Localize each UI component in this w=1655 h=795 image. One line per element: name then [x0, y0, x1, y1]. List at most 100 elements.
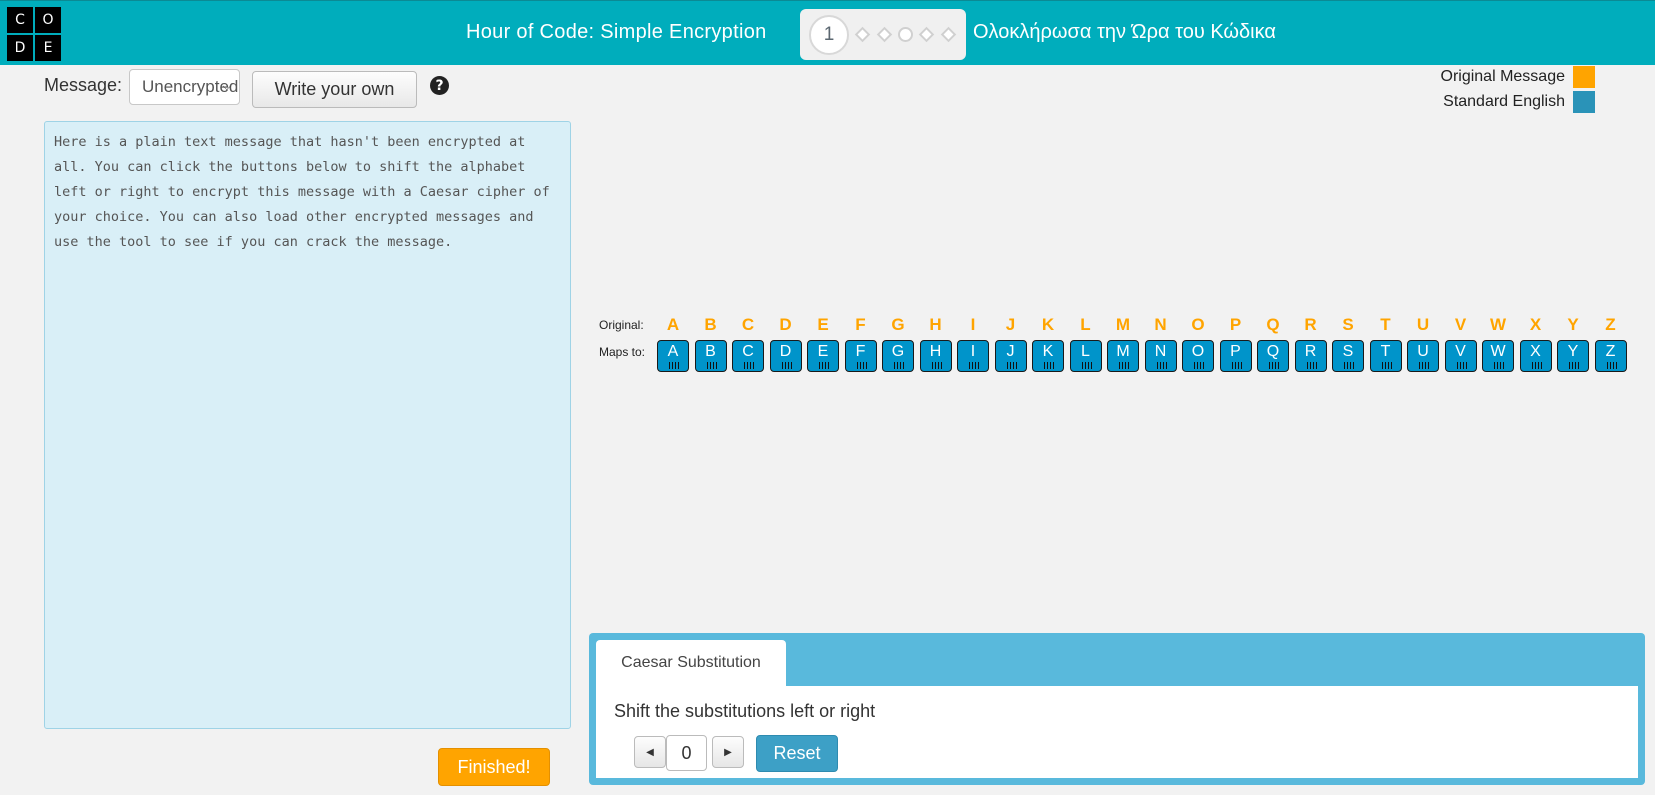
original-letter: F: [855, 315, 866, 334]
mapped-letter-key[interactable]: U: [1407, 340, 1439, 372]
chevron-down-icon: ⌵: [222, 81, 231, 93]
mapped-letter-key[interactable]: V: [1444, 340, 1477, 372]
drag-handle-icon: [1569, 362, 1579, 369]
drag-handle-icon: [1269, 362, 1279, 369]
finished-button[interactable]: Finished!: [438, 748, 550, 786]
mapped-letter-key[interactable]: A: [657, 340, 689, 372]
progress-diamond[interactable]: [918, 26, 935, 43]
drag-handle-icon: [1006, 362, 1017, 369]
mapped-letter: H: [929, 343, 942, 360]
mapped-letter-key[interactable]: Q: [1257, 340, 1289, 372]
drag-handle-icon: [1156, 362, 1167, 369]
drag-handle-icon: [1194, 362, 1204, 369]
mapped-letter-key[interactable]: P: [1219, 340, 1252, 372]
mapped-letter: B: [705, 343, 716, 360]
mapped-letter-key[interactable]: S: [1332, 340, 1364, 372]
drag-handle-icon: [1081, 362, 1092, 369]
logo-letter: O: [35, 7, 61, 33]
mapped-letter-key[interactable]: T: [1369, 340, 1402, 372]
mapped-letter-key[interactable]: B: [694, 340, 727, 372]
mapped-letter: C: [742, 343, 754, 360]
logo-letter: E: [35, 35, 61, 61]
maps-to-row-label: Maps to:: [599, 345, 646, 359]
legend-label: Original Message: [1440, 67, 1566, 85]
mapped-letter-key[interactable]: Z: [1594, 340, 1627, 372]
mapped-letter-key[interactable]: N: [1144, 340, 1177, 372]
mapped-letter-key[interactable]: F: [844, 340, 877, 372]
original-letter: C: [741, 315, 755, 334]
progress-diamond[interactable]: [940, 26, 957, 43]
mapped-letter: L: [1081, 343, 1090, 360]
original-letter: O: [1191, 315, 1205, 334]
mapped-letter-key[interactable]: W: [1482, 340, 1514, 372]
mapped-letter: J: [1006, 343, 1015, 360]
logo-letter: C: [7, 7, 33, 33]
mapped-letter: E: [817, 343, 829, 360]
mapped-letter-key[interactable]: X: [1519, 340, 1552, 372]
original-letter: L: [1080, 315, 1091, 334]
caret-right-icon: ▶: [724, 746, 732, 758]
mapped-letter: K: [1042, 343, 1054, 360]
mapped-letter-key[interactable]: L: [1069, 340, 1102, 372]
mapped-letter: A: [667, 343, 679, 360]
progress-circle[interactable]: [898, 27, 913, 42]
original-row-label: Original:: [599, 318, 644, 332]
mapped-letter: O: [1191, 343, 1205, 360]
shift-right-button[interactable]: ▶: [712, 736, 744, 768]
mapped-letter: I: [970, 343, 976, 360]
message-label: Message:: [44, 75, 123, 95]
mapped-letter-key[interactable]: G: [882, 340, 914, 372]
message-select[interactable]: Unencrypted ⌵: [129, 69, 240, 105]
original-letter: W: [1489, 315, 1507, 334]
logo-letter: D: [7, 35, 33, 61]
original-letter: R: [1304, 315, 1317, 334]
drag-handle-icon: [744, 362, 754, 369]
drag-handle-icon: [669, 362, 679, 369]
mapped-letter: D: [779, 343, 792, 360]
drag-handle-icon: [1531, 362, 1542, 369]
drag-handle-icon: [931, 362, 942, 369]
mapped-letter: Z: [1605, 343, 1616, 360]
mapped-letter-key[interactable]: D: [769, 340, 802, 372]
progress-box: 1: [800, 9, 966, 60]
shift-left-button[interactable]: ◀: [634, 736, 666, 768]
mapped-letter-key[interactable]: J: [994, 340, 1027, 372]
original-letter: T: [1380, 315, 1391, 334]
progress-diamond[interactable]: [876, 26, 893, 43]
level-indicator[interactable]: 1: [809, 14, 849, 55]
mapped-letter-key[interactable]: M: [1107, 340, 1139, 372]
write-your-own-button[interactable]: Write your own: [252, 71, 417, 108]
message-textarea[interactable]: Here is a plain text message that hasn't…: [44, 121, 571, 729]
mapped-letter-key[interactable]: C: [732, 340, 764, 372]
legend-item: Original Message: [1440, 64, 1595, 89]
finish-hour-link[interactable]: Ολοκλήρωσα την Ώρα του Κώδικα: [973, 21, 1276, 44]
original-letter: I: [970, 315, 976, 334]
original-letter: D: [779, 315, 792, 334]
drag-handle-icon: [1306, 362, 1317, 369]
reset-button[interactable]: Reset: [756, 735, 838, 772]
mapped-letter-key[interactable]: O: [1182, 340, 1214, 372]
mapped-letter-key[interactable]: I: [957, 340, 989, 372]
original-letter: B: [704, 315, 717, 334]
drag-handle-icon: [969, 362, 979, 369]
mapped-letter-key[interactable]: R: [1294, 340, 1327, 372]
mapped-letter-key[interactable]: H: [919, 340, 952, 372]
mapped-letter: Q: [1266, 343, 1280, 360]
original-letter: Q: [1266, 315, 1280, 334]
original-letter: J: [1005, 315, 1016, 334]
drag-handle-icon: [819, 362, 829, 369]
mapped-letter-key[interactable]: E: [807, 340, 839, 372]
mapped-letter-key[interactable]: K: [1032, 340, 1064, 372]
mapped-letter: Y: [1567, 343, 1579, 360]
shift-value-field[interactable]: 0: [666, 735, 707, 771]
drag-handle-icon: [1119, 362, 1129, 369]
question-circle-icon[interactable]: ?: [430, 76, 449, 95]
drag-handle-icon: [1456, 362, 1467, 369]
tab-caesar-substitution[interactable]: Caesar Substitution: [596, 640, 786, 686]
code-logo[interactable]: C O D E: [7, 7, 61, 61]
progress-diamond[interactable]: [854, 26, 871, 43]
caesar-description: Shift the substitutions left or right: [614, 701, 876, 721]
original-letter: S: [1342, 315, 1354, 334]
lesson-title: Hour of Code: Simple Encryption: [466, 21, 767, 43]
mapped-letter-key[interactable]: Y: [1557, 340, 1589, 372]
